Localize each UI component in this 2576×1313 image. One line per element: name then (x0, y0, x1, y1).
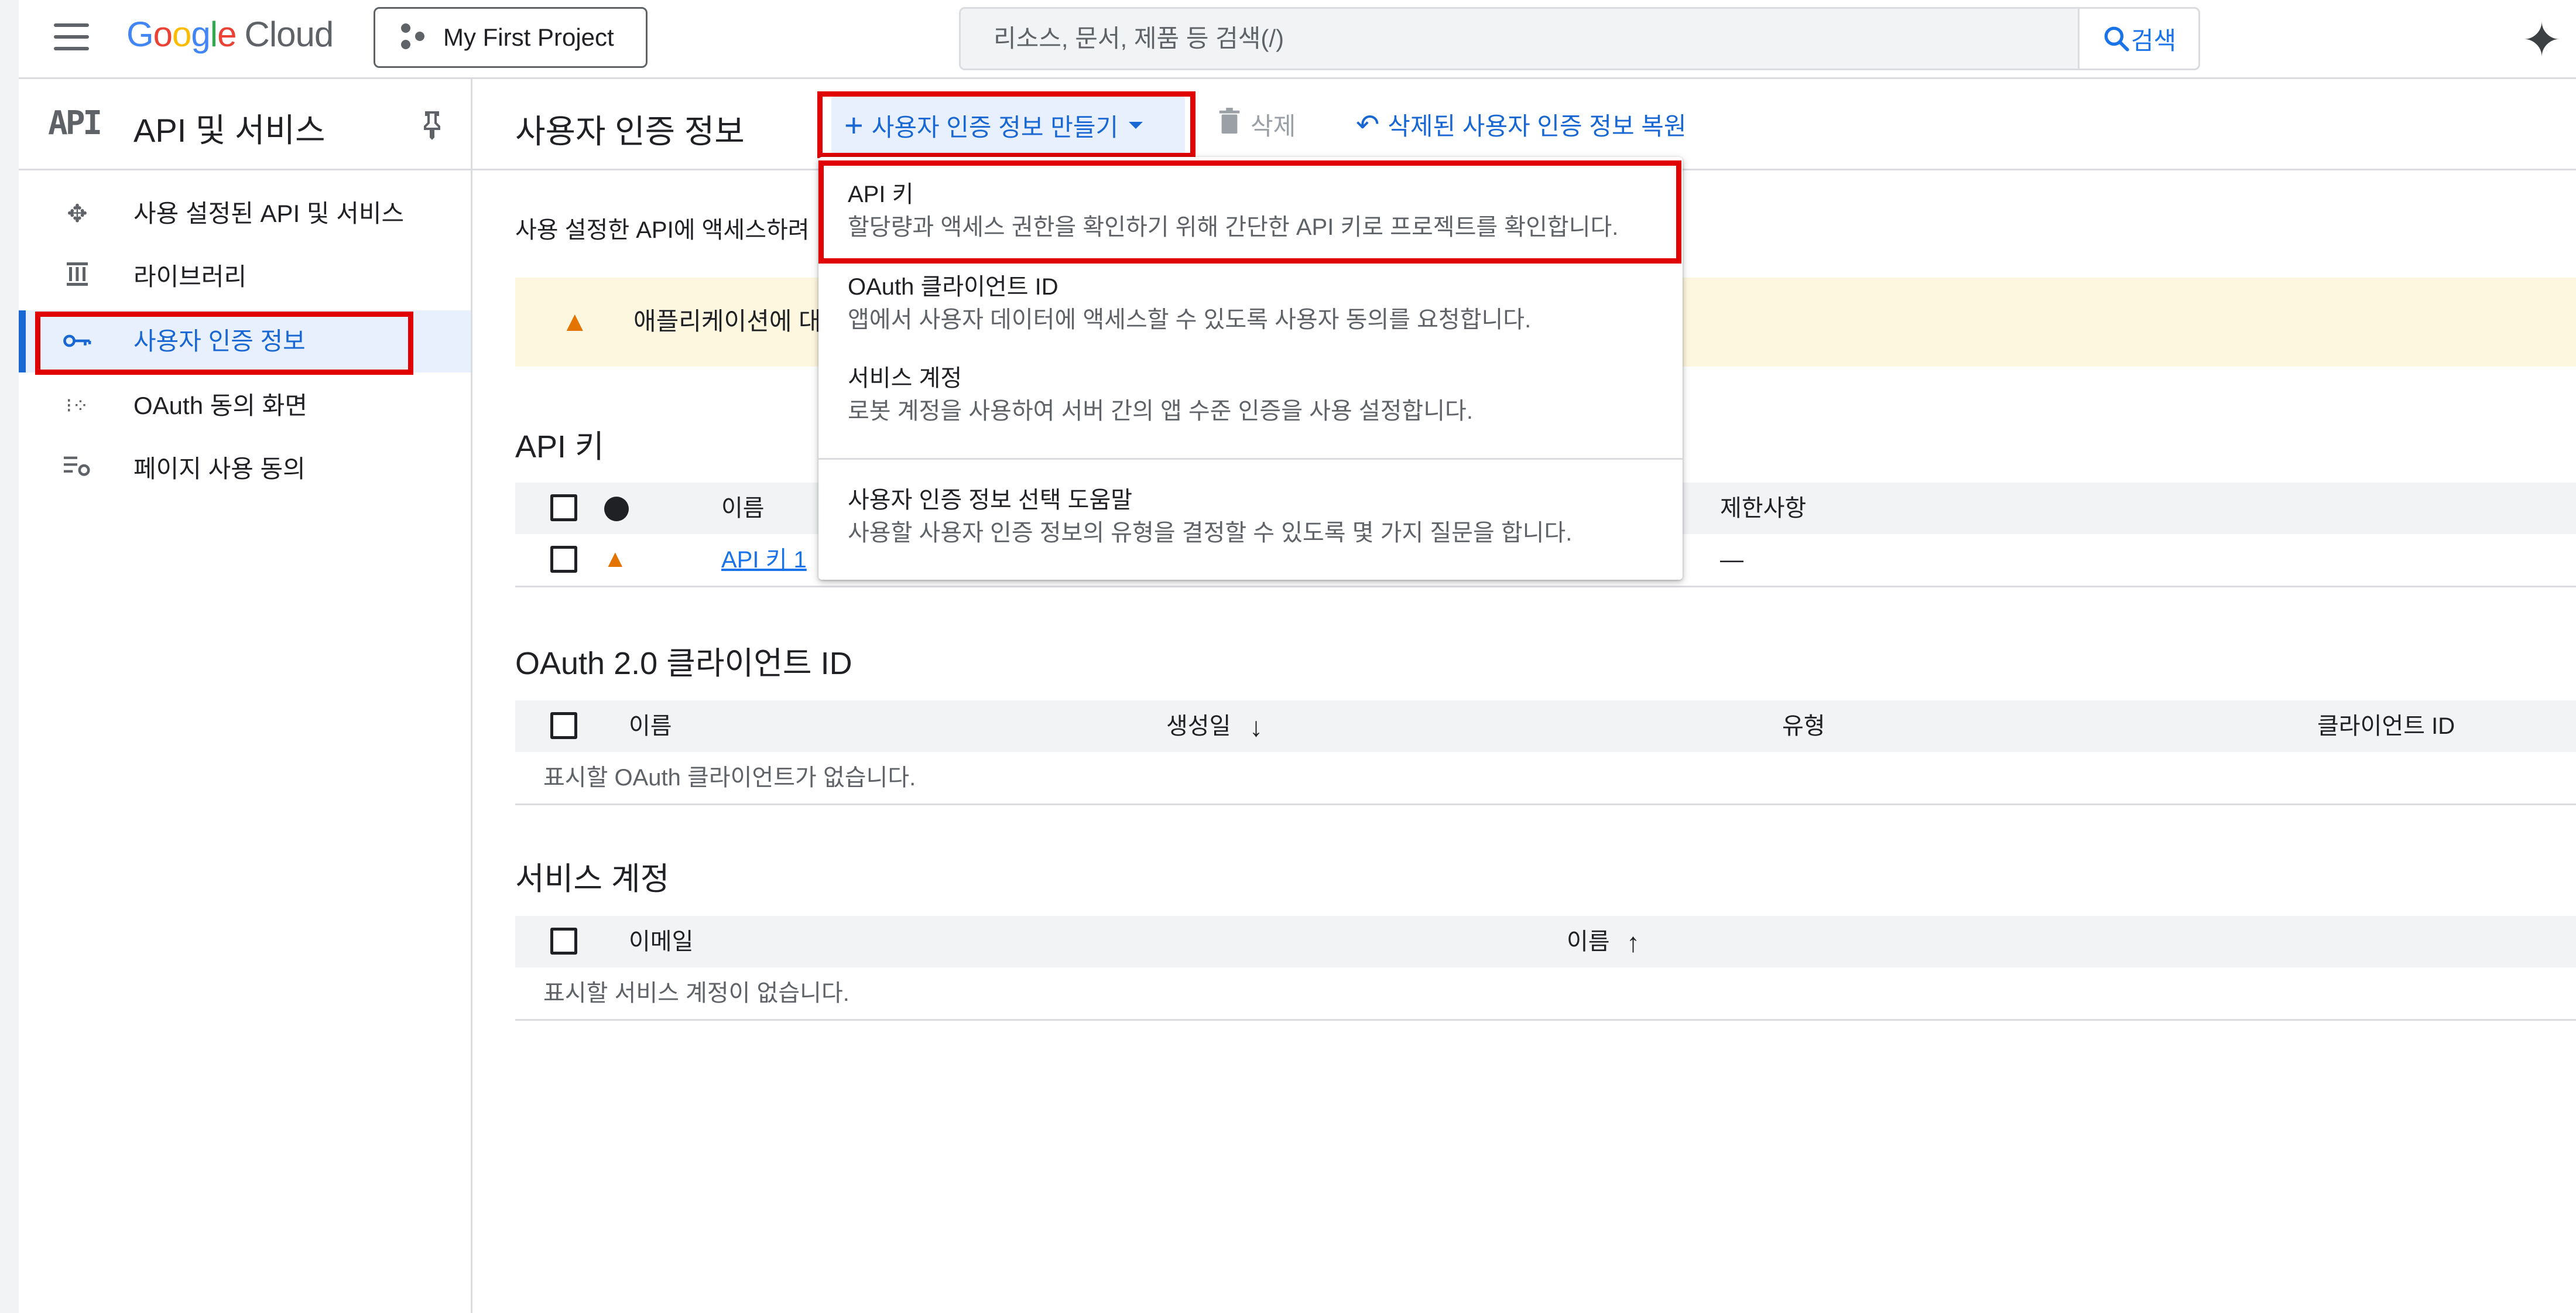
table-row: 표시할 서비스 계정이 없습니다. (515, 967, 2576, 1021)
col-created[interactable]: 생성일 (1166, 700, 1231, 752)
gemini-sparkle-icon[interactable]: ✦ (2522, 13, 2561, 67)
project-icon (396, 20, 431, 55)
col-client-id[interactable]: 클라이언트 ID (2317, 700, 2455, 752)
col-type[interactable]: 유형 (1782, 700, 1825, 752)
api-hub-icon: ✥ (67, 200, 88, 227)
select-all-checkbox[interactable] (550, 494, 577, 521)
api-keys-section-title: API 키 (515, 429, 604, 464)
menu-item-description: 앱에서 사용자 데이터에 액세스할 수 있도록 사용자 동의를 요청합니다. (848, 307, 1532, 333)
search-button-label: 검색 (2130, 26, 2177, 54)
warning-icon: ▲ (603, 545, 628, 572)
oauth-consent-icon: ⁝⁘ (66, 395, 89, 417)
api-badge: API (48, 104, 102, 142)
restrictions-value: — (1720, 547, 1743, 573)
service-accounts-table-header: 이메일 이름 ↑ (515, 916, 2576, 969)
col-restrictions[interactable]: 제한사항 (1720, 483, 1806, 534)
delete-button[interactable]: 삭제 (1218, 107, 1296, 142)
undo-icon: ↶ (1356, 109, 1380, 141)
menu-item-description: 로봇 계정을 사용하여 서버 간의 앱 수준 인증을 사용 설정합니다. (848, 398, 1473, 424)
status-dot-icon (604, 497, 629, 521)
delete-label: 삭제 (1251, 112, 1296, 140)
intro-text: 사용 설정한 API에 액세스하려 (515, 217, 810, 243)
col-name[interactable]: 이름 (1567, 916, 1610, 967)
search-input[interactable]: 리소스, 문서, 제품 등 검색(/) 검색 (959, 7, 2200, 70)
pin-icon[interactable] (420, 110, 444, 147)
highlight-credentials-nav (35, 312, 413, 375)
sidebar-item-library[interactable]: 라이브러리 (19, 246, 471, 308)
google-cloud-logo[interactable]: Google Cloud (126, 14, 334, 54)
menu-item-description: 사용할 사용자 인증 정보의 유형을 결정할 수 있도록 몇 가지 질문을 합니… (848, 520, 1573, 546)
menu-item-title: 사용자 인증 정보 선택 도움말 (848, 487, 1133, 513)
sort-descending-icon[interactable]: ↓ (1249, 711, 1263, 743)
sidebar-title: API 및 서비스 (133, 112, 326, 149)
sidebar-divider (19, 169, 471, 170)
warning-text: 애플리케이션에 대 (633, 307, 821, 335)
oauth-section-title: OAuth 2.0 클라이언트 ID (515, 646, 852, 681)
highlight-create-button (817, 91, 1195, 158)
page-left-border (0, 0, 20, 1313)
empty-message: 표시할 서비스 계정이 없습니다. (543, 980, 849, 1006)
col-name[interactable]: 이름 (721, 483, 765, 534)
table-row: 표시할 OAuth 클라이언트가 없습니다. (515, 752, 2576, 805)
search-button[interactable]: 검색 (2078, 9, 2198, 69)
sidebar-item-enabled-apis[interactable]: ✥ 사용 설정된 API 및 서비스 (19, 183, 471, 245)
highlight-api-key-item (818, 160, 1681, 264)
menu-item-oauth-client-id[interactable]: OAuth 클라이언트 ID 앱에서 사용자 데이터에 액세스할 수 있도록 사… (848, 271, 1531, 336)
warning-icon: ▲ (561, 306, 589, 337)
search-placeholder: 리소스, 문서, 제품 등 검색(/) (994, 25, 1284, 52)
library-icon (60, 261, 95, 293)
col-email[interactable]: 이메일 (629, 916, 693, 967)
service-accounts-section-title: 서비스 계정 (515, 861, 670, 897)
sidebar-item-oauth-consent[interactable]: ⁝⁘ OAuth 동의 화면 (19, 375, 471, 437)
menu-item-title: 서비스 계정 (848, 365, 962, 391)
search-icon (2104, 26, 2129, 52)
page-title: 사용자 인증 정보 (515, 113, 745, 150)
project-picker-button[interactable]: My First Project (374, 7, 648, 68)
sidebar-item-page-usage[interactable]: 페이지 사용 동의 (19, 438, 471, 500)
api-key-link[interactable]: API 키 1 (721, 534, 807, 586)
col-name[interactable]: 이름 (629, 700, 672, 752)
select-all-checkbox[interactable] (550, 928, 577, 955)
sidebar-item-label: 사용 설정된 API 및 서비스 (133, 200, 405, 227)
menu-item-service-account[interactable]: 서비스 계정 로봇 계정을 사용하여 서버 간의 앱 수준 인증을 사용 설정합… (848, 362, 1473, 428)
main-menu-icon[interactable] (54, 22, 89, 52)
menu-divider (818, 458, 1683, 460)
sidebar-item-label: OAuth 동의 화면 (133, 392, 307, 419)
empty-message: 표시할 OAuth 클라이언트가 없습니다. (543, 765, 916, 791)
trash-icon (1218, 108, 1241, 141)
sort-ascending-icon[interactable]: ↑ (1626, 926, 1640, 958)
row-checkbox[interactable] (550, 546, 577, 573)
menu-item-title: OAuth 클라이언트 ID (848, 274, 1059, 300)
sidebar-item-label: 페이지 사용 동의 (133, 455, 306, 483)
sidebar-item-label: 라이브러리 (133, 263, 247, 290)
oauth-table-header: 이름 생성일 ↓ 유형 클라이언트 ID (515, 700, 2576, 754)
project-name: My First Project (443, 23, 614, 51)
menu-item-credentials-wizard[interactable]: 사용자 인증 정보 선택 도움말 사용할 사용자 인증 정보의 유형을 결정할 … (848, 484, 1572, 549)
page-usage-icon (60, 453, 95, 485)
select-all-checkbox[interactable] (550, 712, 577, 739)
restore-label: 삭제된 사용자 인증 정보 복원 (1388, 112, 1687, 140)
restore-deleted-credentials-button[interactable]: ↶ 삭제된 사용자 인증 정보 복원 (1356, 107, 1687, 142)
